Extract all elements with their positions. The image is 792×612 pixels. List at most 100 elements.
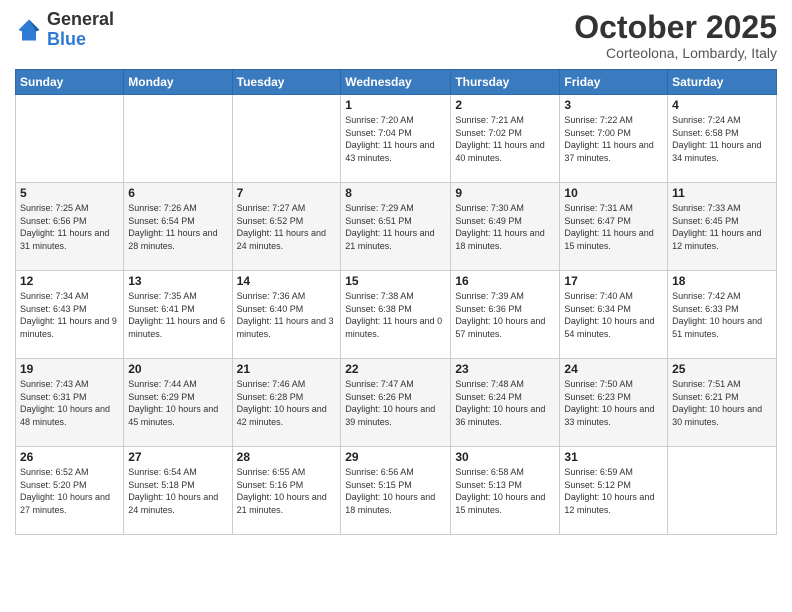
day-number: 11 (672, 186, 772, 200)
day-number: 9 (455, 186, 555, 200)
col-monday: Monday (124, 70, 232, 95)
table-row: 21Sunrise: 7:46 AM Sunset: 6:28 PM Dayli… (232, 359, 341, 447)
table-row: 7Sunrise: 7:27 AM Sunset: 6:52 PM Daylig… (232, 183, 341, 271)
header: General Blue October 2025 Corteolona, Lo… (15, 10, 777, 61)
table-row: 17 Sunrise: 7:40 AM Sunset: 6:34 PM Dayli… (560, 271, 668, 359)
day-info: Sunrise: 7:26 AM Sunset: 6:54 PM Dayligh… (128, 202, 227, 252)
table-row: 9 Sunrise: 7:30 AM Sunset: 6:49 PM Daylig… (451, 183, 560, 271)
day-number: 19 (20, 362, 119, 376)
day-number: 26 (20, 450, 119, 464)
table-row (16, 95, 124, 183)
table-row: 18Sunrise: 7:42 AM Sunset: 6:33 PM Dayli… (668, 271, 777, 359)
day-info: Sunrise: 7:38 AM Sunset: 6:38 PM Dayligh… (345, 290, 446, 340)
table-row: 29 Sunrise: 6:56 AM Sunset: 5:15 PM Dayli… (341, 447, 451, 535)
day-info: Sunrise: 7:44 AM Sunset: 6:29 PM Dayligh… (128, 378, 227, 428)
day-number: 2 (455, 98, 555, 112)
day-number: 23 (455, 362, 555, 376)
day-info: Sunrise: 7:50 AM Sunset: 6:23 PM Dayligh… (564, 378, 663, 428)
table-row: 23 Sunrise: 7:48 AM Sunset: 6:24 PM Dayli… (451, 359, 560, 447)
table-row: 30Sunrise: 6:58 AM Sunset: 5:13 PM Dayli… (451, 447, 560, 535)
table-row: 10 Sunrise: 7:31 AM Sunset: 6:47 PM Dayli… (560, 183, 668, 271)
table-row: 13Sunrise: 7:35 AM Sunset: 6:41 PM Dayli… (124, 271, 232, 359)
day-number: 14 (237, 274, 337, 288)
calendar-week-row: 19Sunrise: 7:43 AM Sunset: 6:31 PM Dayli… (16, 359, 777, 447)
table-row: 6 Sunrise: 7:26 AM Sunset: 6:54 PM Daylig… (124, 183, 232, 271)
day-number: 28 (237, 450, 337, 464)
day-info: Sunrise: 6:55 AM Sunset: 5:16 PM Dayligh… (237, 466, 337, 516)
calendar-week-row: 1 Sunrise: 7:20 AM Sunset: 7:04 PM Daylig… (16, 95, 777, 183)
day-info: Sunrise: 6:52 AM Sunset: 5:20 PM Dayligh… (20, 466, 119, 516)
generalblue-logo-icon (15, 16, 43, 44)
day-info: Sunrise: 7:30 AM Sunset: 6:49 PM Dayligh… (455, 202, 555, 252)
table-row: 11Sunrise: 7:33 AM Sunset: 6:45 PM Dayli… (668, 183, 777, 271)
table-row: 28 Sunrise: 6:55 AM Sunset: 5:16 PM Dayli… (232, 447, 341, 535)
table-row: 16 Sunrise: 7:39 AM Sunset: 6:36 PM Dayli… (451, 271, 560, 359)
day-number: 25 (672, 362, 772, 376)
day-number: 1 (345, 98, 446, 112)
day-number: 31 (564, 450, 663, 464)
table-row: 25Sunrise: 7:51 AM Sunset: 6:21 PM Dayli… (668, 359, 777, 447)
day-info: Sunrise: 7:47 AM Sunset: 6:26 PM Dayligh… (345, 378, 446, 428)
table-row (124, 95, 232, 183)
day-info: Sunrise: 7:20 AM Sunset: 7:04 PM Dayligh… (345, 114, 446, 164)
day-info: Sunrise: 7:42 AM Sunset: 6:33 PM Dayligh… (672, 290, 772, 340)
day-number: 3 (564, 98, 663, 112)
table-row: 2 Sunrise: 7:21 AM Sunset: 7:02 PM Daylig… (451, 95, 560, 183)
day-info: Sunrise: 7:22 AM Sunset: 7:00 PM Dayligh… (564, 114, 663, 164)
day-number: 12 (20, 274, 119, 288)
table-row: 4 Sunrise: 7:24 AM Sunset: 6:58 PM Daylig… (668, 95, 777, 183)
location: Corteolona, Lombardy, Italy (574, 45, 777, 61)
day-info: Sunrise: 6:59 AM Sunset: 5:12 PM Dayligh… (564, 466, 663, 516)
day-info: Sunrise: 7:48 AM Sunset: 6:24 PM Dayligh… (455, 378, 555, 428)
day-info: Sunrise: 6:56 AM Sunset: 5:15 PM Dayligh… (345, 466, 446, 516)
day-info: Sunrise: 7:40 AM Sunset: 6:34 PM Dayligh… (564, 290, 663, 340)
page: General Blue October 2025 Corteolona, Lo… (0, 0, 792, 612)
day-number: 22 (345, 362, 446, 376)
table-row: 12Sunrise: 7:34 AM Sunset: 6:43 PM Dayli… (16, 271, 124, 359)
col-thursday: Thursday (451, 70, 560, 95)
day-number: 17 (564, 274, 663, 288)
day-info: Sunrise: 7:29 AM Sunset: 6:51 PM Dayligh… (345, 202, 446, 252)
day-number: 13 (128, 274, 227, 288)
month-title: October 2025 (574, 10, 777, 45)
table-row: 5 Sunrise: 7:25 AM Sunset: 6:56 PM Daylig… (16, 183, 124, 271)
day-number: 15 (345, 274, 446, 288)
table-row: 1 Sunrise: 7:20 AM Sunset: 7:04 PM Daylig… (341, 95, 451, 183)
day-number: 5 (20, 186, 119, 200)
day-number: 27 (128, 450, 227, 464)
day-number: 30 (455, 450, 555, 464)
table-row: 8Sunrise: 7:29 AM Sunset: 6:51 PM Daylig… (341, 183, 451, 271)
day-number: 29 (345, 450, 446, 464)
logo-general: General (47, 9, 114, 29)
logo-text: General Blue (47, 10, 114, 50)
logo: General Blue (15, 10, 114, 50)
col-wednesday: Wednesday (341, 70, 451, 95)
table-row: 31 Sunrise: 6:59 AM Sunset: 5:12 PM Dayli… (560, 447, 668, 535)
day-number: 6 (128, 186, 227, 200)
calendar-week-row: 5 Sunrise: 7:25 AM Sunset: 6:56 PM Daylig… (16, 183, 777, 271)
day-number: 16 (455, 274, 555, 288)
table-row: 3 Sunrise: 7:22 AM Sunset: 7:00 PM Daylig… (560, 95, 668, 183)
day-info: Sunrise: 7:39 AM Sunset: 6:36 PM Dayligh… (455, 290, 555, 340)
table-row: 20Sunrise: 7:44 AM Sunset: 6:29 PM Dayli… (124, 359, 232, 447)
day-info: Sunrise: 7:24 AM Sunset: 6:58 PM Dayligh… (672, 114, 772, 164)
day-info: Sunrise: 7:36 AM Sunset: 6:40 PM Dayligh… (237, 290, 337, 340)
table-row: 24 Sunrise: 7:50 AM Sunset: 6:23 PM Dayli… (560, 359, 668, 447)
table-row: 22 Sunrise: 7:47 AM Sunset: 6:26 PM Dayli… (341, 359, 451, 447)
col-saturday: Saturday (668, 70, 777, 95)
day-info: Sunrise: 7:25 AM Sunset: 6:56 PM Dayligh… (20, 202, 119, 252)
day-info: Sunrise: 7:21 AM Sunset: 7:02 PM Dayligh… (455, 114, 555, 164)
table-row: 19Sunrise: 7:43 AM Sunset: 6:31 PM Dayli… (16, 359, 124, 447)
calendar-week-row: 12Sunrise: 7:34 AM Sunset: 6:43 PM Dayli… (16, 271, 777, 359)
table-row: 27 Sunrise: 6:54 AM Sunset: 5:18 PM Dayli… (124, 447, 232, 535)
day-number: 4 (672, 98, 772, 112)
table-row: 26 Sunrise: 6:52 AM Sunset: 5:20 PM Dayli… (16, 447, 124, 535)
table-row (232, 95, 341, 183)
day-number: 10 (564, 186, 663, 200)
title-section: October 2025 Corteolona, Lombardy, Italy (574, 10, 777, 61)
table-row: 14 Sunrise: 7:36 AM Sunset: 6:40 PM Dayli… (232, 271, 341, 359)
day-number: 7 (237, 186, 337, 200)
day-number: 24 (564, 362, 663, 376)
day-info: Sunrise: 6:54 AM Sunset: 5:18 PM Dayligh… (128, 466, 227, 516)
day-info: Sunrise: 7:31 AM Sunset: 6:47 PM Dayligh… (564, 202, 663, 252)
